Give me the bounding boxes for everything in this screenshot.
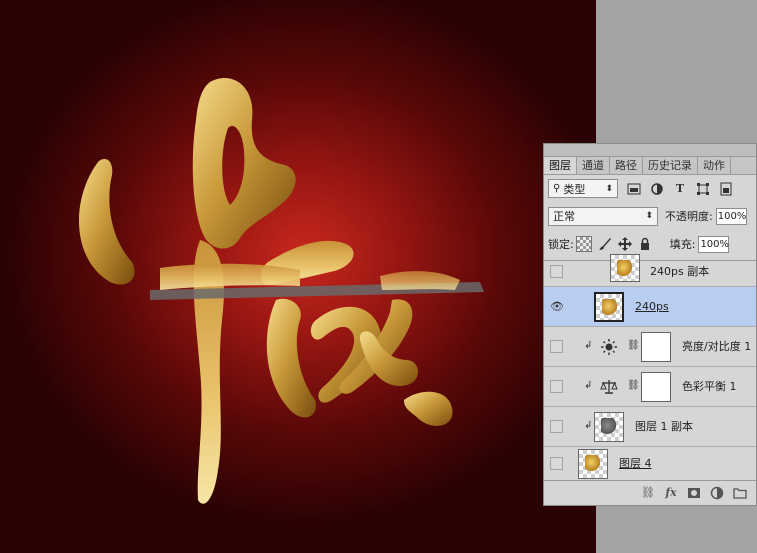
layer-mask-thumbnail[interactable] [641,371,671,402]
lock-label: 锁定: [548,238,574,251]
link-icon[interactable]: ⛓ [641,486,655,500]
layer-row[interactable]: 图层 4 [544,447,756,481]
layer-row[interactable]: 240ps 副本 [544,253,756,287]
layer-row-selected[interactable]: 👁 240ps [544,287,756,327]
lock-brush-icon[interactable] [598,237,612,251]
scales-icon [600,379,618,395]
visibility-toggle[interactable] [550,457,563,470]
chevron-updown-icon: ⬍ [645,211,653,221]
visibility-toggle[interactable] [550,379,563,393]
tab-layers[interactable]: 图层 [544,157,577,174]
clip-arrow-icon: ↲ [584,379,593,391]
layer-thumbnail [594,291,624,322]
filter-row: ⚲ 类型 ⬍ T [544,175,756,202]
visibility-toggle[interactable] [550,264,563,278]
opacity-input[interactable]: 100% [715,207,747,225]
filter-smart-object-icon[interactable] [719,182,733,196]
lock-move-icon[interactable] [617,237,632,251]
layer-row[interactable]: ↲ ⛓ 亮度/对比度 1 [544,327,756,367]
clip-arrow-icon: ↲ [584,419,593,431]
stroke-central-loop [192,78,296,249]
panel-footer: ⛓ fx [544,480,756,505]
filter-kind-select[interactable]: ⚲ 类型 ⬍ [548,179,618,198]
visibility-toggle[interactable] [550,419,563,433]
stroke-right-frag [380,271,460,290]
panel-tabs: 图层 通道 路径 历史记录 动作 [544,157,756,175]
tab-actions[interactable]: 动作 [698,157,731,174]
layer-row[interactable]: ↲ 图层 1 副本 [544,407,756,447]
chain-link-icon[interactable]: ⛓ [627,340,640,351]
fill-label: 填充: [669,238,696,251]
tab-paths[interactable]: 路径 [610,157,643,174]
filter-pixel-icon[interactable] [627,182,641,196]
fill-input[interactable]: 100% [698,235,730,253]
layer-name[interactable]: 240ps 副本 [650,265,709,279]
filter-adjustment-icon[interactable] [650,182,664,196]
layer-name[interactable]: 240ps [635,300,669,314]
clip-arrow-icon: ↲ [584,339,593,351]
eye-icon[interactable]: 👁 [550,300,564,313]
layer-name[interactable]: 图层 4 [619,457,652,471]
blend-row: 正常 ⬍ 不透明度: 100% [544,202,756,230]
filter-shape-icon[interactable] [696,182,710,196]
layer-name[interactable]: 亮度/对比度 1 [682,340,751,354]
lock-row: 锁定: 填充: 100% [544,230,756,258]
layer-name[interactable]: 色彩平衡 1 [682,380,737,394]
layer-mask-thumbnail[interactable] [641,331,671,362]
chain-link-icon[interactable]: ⛓ [627,380,640,391]
adjustment-icon[interactable] [710,486,724,500]
document-canvas[interactable] [0,0,596,553]
filter-kind-label: 类型 [563,182,586,196]
stroke-drop [404,391,453,427]
fx-icon[interactable]: fx [664,486,678,500]
blend-mode-value: 正常 [553,210,575,223]
layer-thumbnail [594,411,624,442]
calligraphy-artwork [78,78,484,504]
panel-header-bar[interactable] [544,144,756,157]
search-icon: ⚲ [553,183,561,194]
filter-type-icon[interactable]: T [673,182,687,196]
stroke-lower-curve-a [266,298,316,418]
tab-channels[interactable]: 通道 [577,157,610,174]
lock-transparency-icon[interactable] [575,236,592,252]
folder-icon[interactable] [733,486,747,500]
layers-list[interactable]: 240ps 副本 👁 240ps ↲ ⛓ 亮度/对比度 1 ↲ ⛓ 色彩平衡 1 [544,253,756,482]
tab-history[interactable]: 历史记录 [643,157,698,174]
blend-mode-select[interactable]: 正常 ⬍ [548,206,658,226]
layers-panel[interactable]: 图层 通道 路径 历史记录 动作 ⚲ 类型 ⬍ T 正常 ⬍ 不透明度: 100… [543,143,757,506]
lock-all-icon[interactable] [638,237,652,251]
layer-name[interactable]: 图层 1 副本 [635,420,693,434]
opacity-label: 不透明度: [665,210,713,223]
visibility-toggle[interactable] [550,339,563,353]
sun-icon [600,338,618,355]
layer-row[interactable]: ↲ ⛓ 色彩平衡 1 [544,367,756,407]
layer-thumbnail [578,449,608,479]
add-mask-icon[interactable] [687,486,701,500]
layer-thumbnail [610,253,640,282]
stroke-mid-band-gold [160,263,300,290]
chevron-updown-icon: ⬍ [605,183,613,194]
stroke-left-hook [78,158,135,285]
